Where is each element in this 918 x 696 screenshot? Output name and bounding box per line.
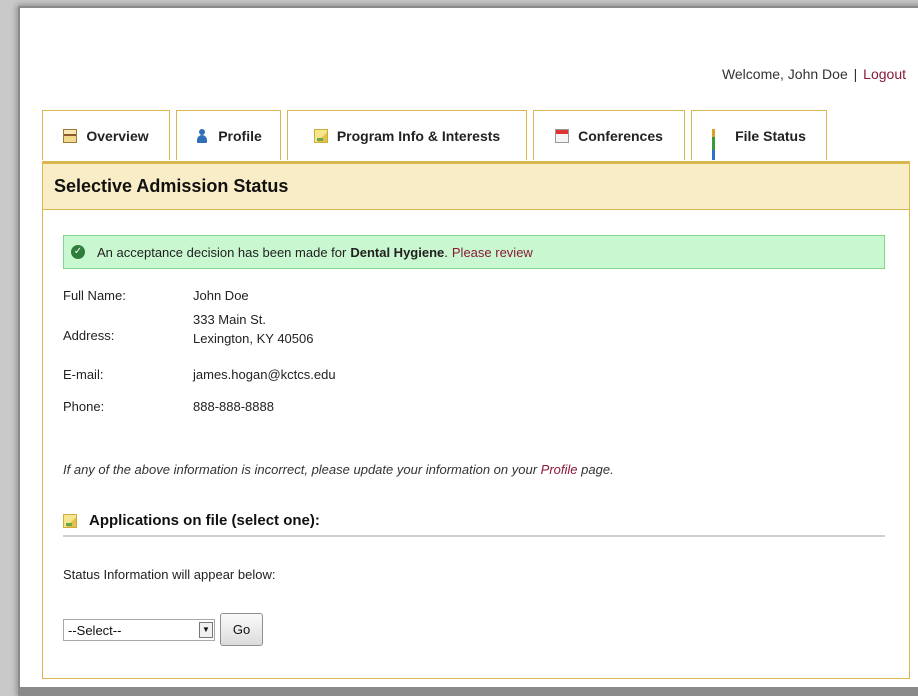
go-button[interactable]: Go [220, 613, 263, 646]
alert-period: . [444, 244, 448, 260]
status-info-text: Status Information will appear below: [63, 567, 276, 582]
tab-label: Overview [86, 127, 149, 144]
email-label: E-mail: [63, 367, 104, 382]
tab-label: Program Info & Interests [336, 127, 501, 144]
applications-heading: Applications on file (select one): [63, 508, 885, 537]
content-panel: Selective Admission Status ✓ An acceptan… [42, 161, 910, 679]
success-alert: ✓ An acceptance decision has been made f… [63, 235, 885, 269]
welcome-bar: Welcome, John Doe | Logout [722, 66, 906, 82]
full-name-value: John Doe [193, 288, 249, 303]
section-title: Selective Admission Status [43, 164, 909, 210]
email-value: james.hogan@kctcs.edu [193, 367, 336, 382]
address-line2: Lexington, KY 40506 [193, 331, 314, 346]
profile-icon [195, 128, 209, 143]
tab-file-status[interactable]: File Status [691, 110, 827, 160]
welcome-text: Welcome, John Doe [721, 66, 848, 82]
application-select[interactable]: --Select-- ▼ [63, 619, 215, 641]
update-info-note: If any of the above information is incor… [63, 462, 614, 477]
please-review-link[interactable]: Please review [452, 245, 533, 260]
note-text-after: page. [581, 462, 614, 477]
note-icon [313, 128, 328, 143]
tab-label: File Status [735, 127, 806, 144]
tab-overview[interactable]: Overview [42, 110, 170, 160]
phone-value: 888-888-8888 [193, 399, 274, 414]
alert-program: Dental Hygiene [350, 244, 445, 260]
welcome-separator: | [853, 66, 858, 82]
address-label: Address: [63, 328, 115, 343]
full-name-label: Full Name: [63, 288, 126, 303]
profile-link[interactable]: Profile [541, 462, 578, 477]
tab-profile[interactable]: Profile [176, 110, 281, 160]
check-circle-icon: ✓ [71, 245, 85, 259]
tab-label: Conferences [578, 127, 663, 144]
tab-conferences[interactable]: Conferences [533, 110, 685, 160]
dropdown-arrow-icon[interactable]: ▼ [199, 622, 213, 638]
chart-icon [712, 128, 726, 160]
applications-heading-text: Applications on file (select one): [89, 512, 320, 529]
note-icon [63, 514, 77, 528]
select-value: --Select-- [68, 622, 122, 638]
calendar-icon [555, 128, 570, 143]
phone-label: Phone: [63, 399, 105, 414]
logout-link[interactable]: Logout [863, 66, 906, 82]
page: Welcome, John Doe | Logout Overview Prof… [20, 8, 918, 687]
note-text-before: If any of the above information is incor… [63, 462, 538, 477]
address-line1: 333 Main St. [193, 312, 266, 327]
overview-icon [63, 128, 78, 143]
tab-label: Profile [218, 127, 262, 144]
tab-program-info[interactable]: Program Info & Interests [287, 110, 527, 160]
alert-text: An acceptance decision has been made for [97, 244, 347, 260]
